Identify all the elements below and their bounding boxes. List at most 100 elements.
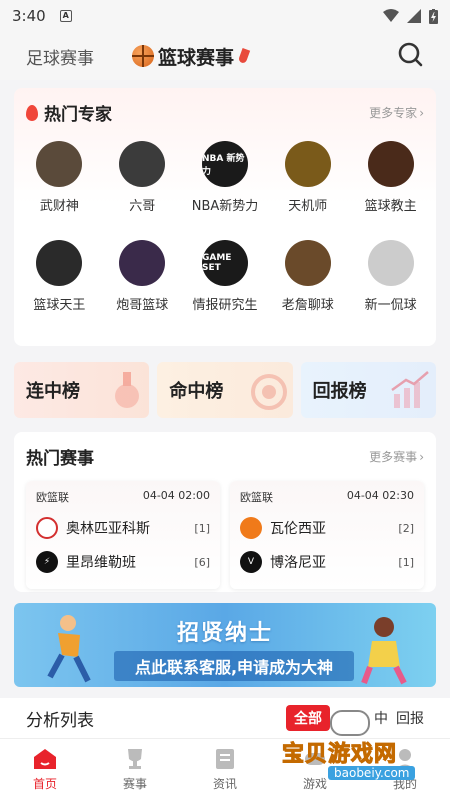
expert-item[interactable]: 篮球教主: [349, 141, 432, 214]
team-name: 里昂维勒班: [66, 555, 136, 571]
recruit-banner[interactable]: 招贤纳士 点此联系客服,申请成为大神: [14, 603, 436, 687]
trophy-icon: [128, 749, 142, 769]
chevron-right-icon: ›: [419, 449, 424, 464]
expert-item[interactable]: 篮球天王: [18, 240, 101, 313]
experts-header: 热门专家 更多专家 ›: [14, 88, 436, 125]
expert-name: 新一侃球: [364, 298, 417, 313]
tab-news[interactable]: 资讯: [180, 739, 270, 800]
ranking-hit-button[interactable]: 命中榜: [157, 362, 293, 418]
tab-basketball-label: 篮球赛事: [158, 46, 235, 69]
ranking-row: 连中榜 命中榜 回报榜: [14, 362, 436, 418]
expert-avatar: [36, 141, 83, 187]
more-matches-label: 更多赛事: [369, 450, 418, 464]
ranking-streak-button[interactable]: 连中榜: [14, 362, 150, 418]
ranking-return-label: 回报榜: [312, 381, 367, 402]
expert-item[interactable]: 六哥: [101, 141, 184, 214]
expert-avatar: GAME SET: [201, 240, 248, 286]
match-cards: 欧篮联 04-04 02:00 奥林匹亚科斯 [1] ⚡ 里昂维勒班 [6] 欧…: [14, 469, 436, 589]
expert-item[interactable]: 武财神: [18, 141, 101, 214]
expert-name: 篮球天王: [33, 298, 86, 313]
ranking-return-button[interactable]: 回报榜: [300, 362, 436, 418]
tab-game-label: 游戏: [302, 777, 327, 791]
match-home-team: 奥林匹亚科斯 [1]: [36, 517, 210, 539]
expert-avatar: [36, 240, 83, 286]
more-matches-link[interactable]: 更多赛事 ›: [369, 448, 424, 465]
basketball-icon: [132, 45, 154, 67]
expert-avatar: [367, 240, 414, 286]
tab-basketball[interactable]: 篮球赛事: [132, 43, 251, 70]
match-league: 欧篮联: [240, 491, 273, 504]
filter-streak[interactable]: 连中: [338, 708, 366, 728]
top-nav: 足球赛事 篮球赛事: [0, 32, 450, 80]
match-away-team: V 博洛尼亚 [1]: [240, 551, 414, 573]
team-score: [6]: [194, 555, 210, 569]
match-home-team: 瓦伦西亚 [2]: [240, 517, 414, 539]
match-league: 欧篮联: [36, 491, 69, 504]
tab-football[interactable]: 足球赛事: [26, 44, 94, 69]
expert-grid: 武财神 六哥 NBA 新势力 NBA新势力 天机师 篮球教主篮球天王 炮哥篮球 GAME SE…: [14, 125, 436, 313]
status-icons: [383, 8, 438, 24]
expert-item[interactable]: 天机师: [266, 141, 349, 214]
match-card[interactable]: 欧篮联 04-04 02:30 瓦伦西亚 [2] V 博洛尼亚 [1]: [230, 481, 424, 589]
expert-name: 炮哥篮球: [116, 298, 169, 313]
team-logo-icon: [36, 517, 58, 539]
ranking-streak-label: 连中榜: [26, 381, 80, 402]
profile-icon: [395, 749, 415, 770]
expert-avatar: [119, 141, 166, 187]
tab-matches[interactable]: 赛事: [90, 739, 180, 800]
team-logo-icon: V: [240, 551, 262, 573]
expert-item[interactable]: 新一侃球: [349, 240, 432, 313]
team-logo-icon: ⚡: [36, 551, 58, 573]
status-bar: 3:40 A: [0, 0, 450, 32]
tab-matches-label: 赛事: [122, 777, 147, 791]
home-icon: [34, 749, 56, 769]
expert-avatar: [119, 240, 166, 286]
expert-avatar: [284, 240, 331, 286]
expert-name: 情报研究生: [192, 298, 258, 313]
team-score: [1]: [398, 555, 414, 569]
team-name: 奥林匹亚科斯: [66, 521, 150, 537]
tab-profile[interactable]: 我的: [360, 739, 450, 800]
filter-all[interactable]: 全部: [286, 705, 330, 731]
match-time: 04-04 02:00: [142, 489, 210, 502]
match-card[interactable]: 欧篮联 04-04 02:00 奥林匹亚科斯 [1] ⚡ 里昂维勒班 [6]: [26, 481, 220, 589]
tab-profile-label: 我的: [392, 777, 417, 791]
team-logo-icon: [240, 517, 262, 539]
match-meta: 欧篮联 04-04 02:30: [240, 489, 414, 505]
expert-item[interactable]: GAME SET 情报研究生: [184, 240, 267, 313]
flame-icon: [26, 104, 38, 121]
filter-hit[interactable]: 中: [374, 708, 388, 728]
expert-name: 武财神: [39, 199, 79, 214]
banner-title: 招贤纳士: [176, 621, 273, 646]
expert-item[interactable]: 炮哥篮球: [101, 240, 184, 313]
hot-matches-card: 热门赛事 更多赛事 › 欧篮联 04-04 02:00 奥林匹亚科斯 [1] ⚡…: [14, 432, 436, 592]
experts-title: 热门专家: [44, 105, 112, 125]
matches-header: 热门赛事 更多赛事 ›: [14, 432, 436, 469]
active-indicator-icon: [237, 48, 251, 64]
expert-item[interactable]: 老詹聊球: [266, 240, 349, 313]
bottom-tab-bar: 首页 赛事 资讯 游戏 我的: [0, 738, 450, 800]
tab-home[interactable]: 首页: [0, 739, 90, 800]
match-away-team: ⚡ 里昂维勒班 [6]: [36, 551, 210, 573]
team-score: [2]: [398, 521, 414, 535]
filter-return[interactable]: 回报: [396, 708, 424, 728]
news-icon: [216, 749, 234, 769]
match-meta: 欧篮联 04-04 02:00: [36, 489, 210, 505]
wifi-icon: [383, 9, 399, 22]
expert-avatar: [284, 141, 331, 187]
expert-name: NBA新势力: [191, 199, 259, 214]
search-icon[interactable]: [396, 40, 426, 70]
tab-news-label: 资讯: [212, 777, 237, 791]
expert-name: 篮球教主: [364, 199, 417, 214]
tab-game[interactable]: 游戏: [270, 739, 360, 800]
ranking-hit-label: 命中榜: [169, 381, 224, 402]
more-experts-label: 更多专家: [369, 106, 418, 120]
banner-subtitle: 点此联系客服,申请成为大神: [114, 651, 354, 681]
expert-name: 天机师: [288, 199, 328, 214]
target-icon: [250, 374, 287, 410]
tab-home-label: 首页: [32, 777, 57, 791]
signal-icon: [407, 9, 421, 23]
more-experts-link[interactable]: 更多专家 ›: [369, 104, 424, 121]
expert-item[interactable]: NBA 新势力 NBA新势力: [184, 141, 267, 214]
analysis-title: 分析列表: [26, 710, 94, 731]
